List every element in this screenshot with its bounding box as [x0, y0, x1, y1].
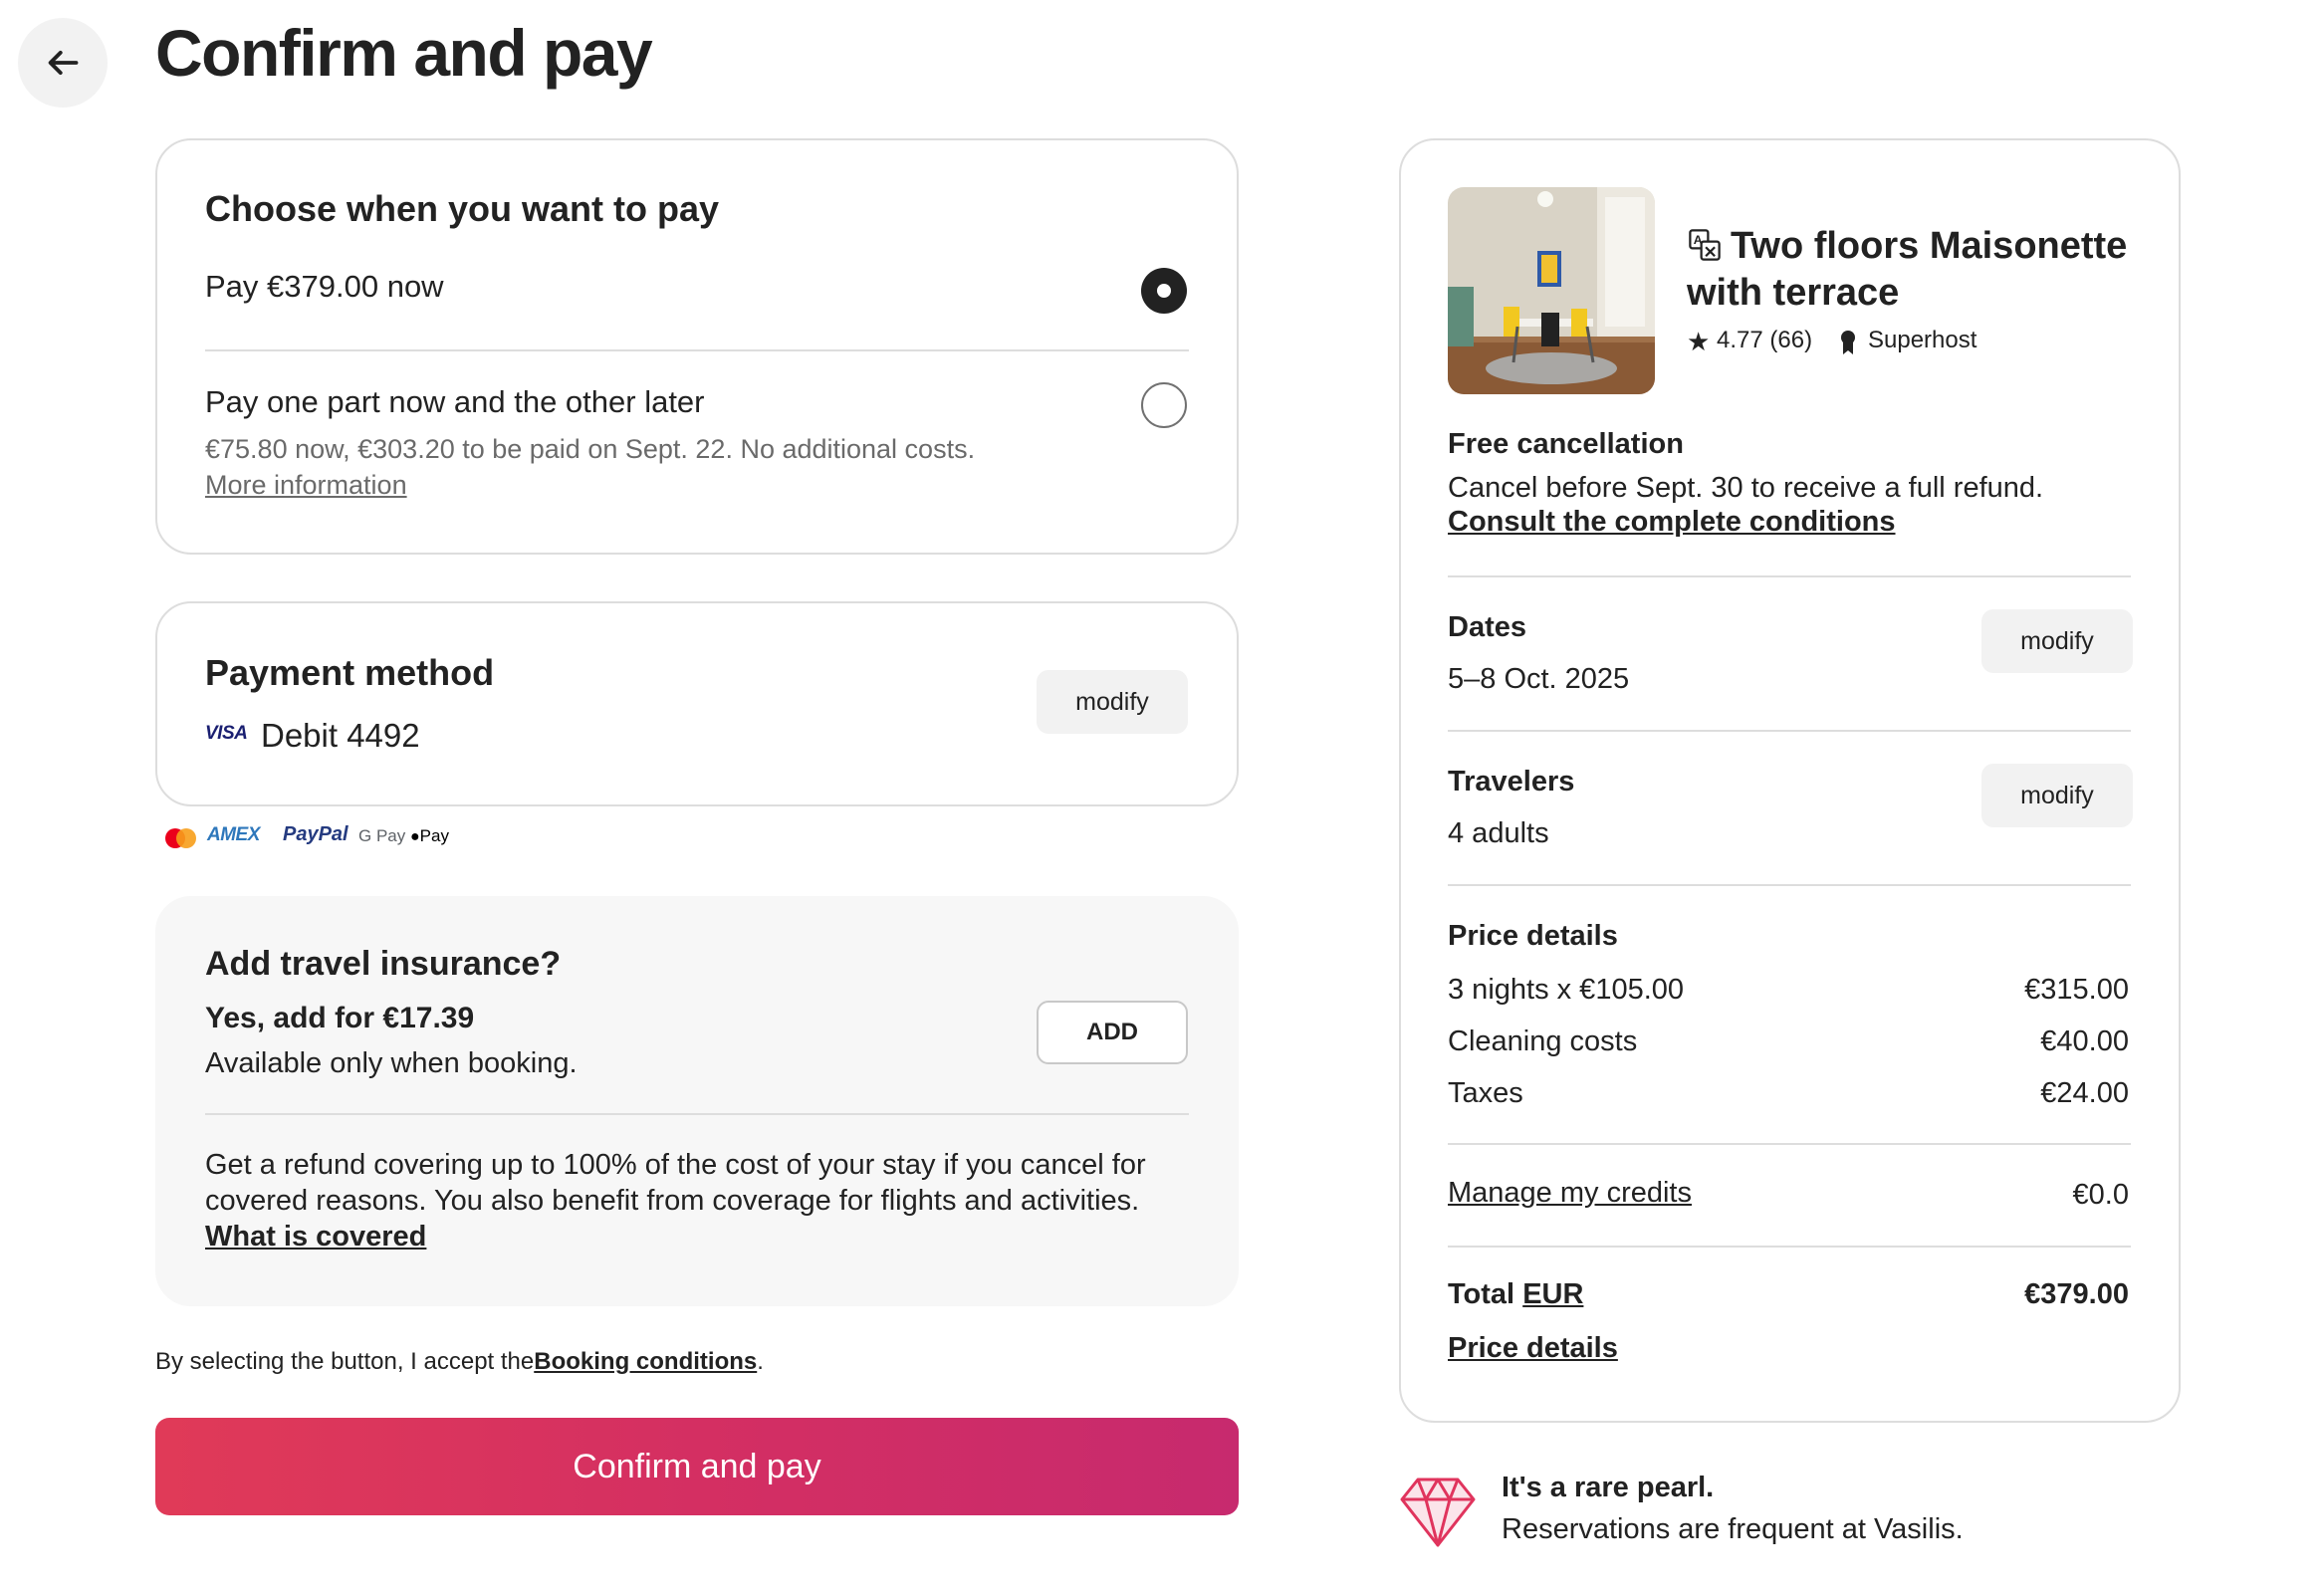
what-is-covered-link[interactable]: What is covered: [205, 1221, 426, 1253]
rare-find-text: Reservations are frequent at Vasilis.: [1502, 1513, 1964, 1545]
apple-pay-label: Pay: [419, 826, 449, 845]
divider: [1448, 884, 2131, 886]
rare-find-title: It's a rare pearl.: [1502, 1472, 1715, 1503]
superhost-badge: Superhost: [1868, 327, 1977, 353]
currency-link[interactable]: EUR: [1522, 1278, 1583, 1310]
gem-icon: [1398, 1472, 1478, 1551]
terms-prefix: By selecting the button, I accept the: [155, 1348, 535, 1375]
price-row-amount: €40.00: [2040, 1025, 2129, 1057]
total-label: Total EUR: [1448, 1278, 1583, 1311]
price-row-amount: €24.00: [2040, 1077, 2129, 1109]
listing-photo[interactable]: [1448, 187, 1655, 394]
back-button[interactable]: [18, 18, 108, 108]
manage-credits-link[interactable]: Manage my credits: [1448, 1177, 1692, 1210]
mastercard-icon: [165, 828, 197, 848]
pay-split-option-label[interactable]: Pay one part now and the other later: [205, 382, 705, 422]
price-row-label: 3 nights x €105.00: [1448, 974, 1685, 1006]
modify-dates-button[interactable]: modify: [1981, 609, 2133, 673]
divider: [205, 1113, 1189, 1115]
superhost-icon: [1838, 330, 1858, 355]
travelers-label: Travelers: [1448, 766, 1575, 797]
price-row-label: Taxes: [1448, 1077, 1523, 1109]
divider: [1448, 1143, 2131, 1145]
insurance-title: Add travel insurance?: [205, 945, 562, 983]
page-title: Confirm and pay: [155, 16, 653, 90]
credits-amount: €0.0: [2072, 1179, 2129, 1211]
more-information-link[interactable]: More information: [205, 468, 407, 503]
consult-conditions-link[interactable]: Consult the complete conditions: [1448, 506, 1896, 539]
price-row-label: Cleaning costs: [1448, 1025, 1638, 1057]
pay-split-detail: €75.80 now, €303.20 to be paid on Sept. …: [205, 434, 976, 464]
dates-label: Dates: [1448, 611, 1526, 643]
dates-value: 5–8 Oct. 2025: [1448, 663, 1630, 695]
divider: [1448, 730, 2131, 732]
visa-icon: VISA: [205, 723, 248, 744]
listing-rating: 4.77 (66): [1717, 327, 1813, 353]
price-details-link[interactable]: Price details: [1448, 1332, 1618, 1365]
pay-full-radio[interactable]: [1141, 268, 1187, 314]
price-row-amount: €315.00: [2024, 974, 2129, 1006]
travelers-value: 4 adults: [1448, 817, 1549, 849]
booking-conditions-link[interactable]: Booking conditions: [534, 1348, 757, 1375]
insurance-note: Available only when booking.: [205, 1047, 578, 1079]
total-text: Total: [1448, 1278, 1515, 1310]
divider: [1448, 1246, 2131, 1248]
confirm-and-pay-button[interactable]: Confirm and pay: [155, 1418, 1239, 1515]
apple-pay-icon: ●Pay: [410, 826, 449, 846]
pay-split-radio[interactable]: [1141, 382, 1187, 428]
divider: [1448, 575, 2131, 577]
listing-title-line2: with terrace: [1687, 272, 1900, 314]
pay-timing-title: Choose when you want to pay: [205, 188, 720, 229]
payment-method-title: Payment method: [205, 652, 495, 693]
translate-icon: A: [1687, 227, 1723, 263]
paypal-icon: PayPal: [283, 823, 349, 845]
insurance-description: Get a refund covering up to 100% of the …: [205, 1149, 1146, 1217]
listing-title-line1: Two floors Maisonette: [1731, 225, 2128, 267]
amex-icon: AMEX: [207, 824, 260, 845]
total-amount: €379.00: [2024, 1278, 2129, 1310]
modify-payment-button[interactable]: modify: [1037, 670, 1188, 734]
cancellation-text: Cancel before Sept. 30 to receive a full…: [1448, 472, 2044, 504]
terms-suffix: .: [757, 1348, 764, 1375]
listing-photo-image: [1448, 187, 1655, 394]
pay-full-option-label[interactable]: Pay €379.00 now: [205, 267, 444, 307]
modify-travelers-button[interactable]: modify: [1981, 764, 2133, 827]
card-label: Debit 4492: [261, 717, 420, 754]
insurance-offer: Yes, add for €17.39: [205, 1002, 475, 1034]
price-details-title: Price details: [1448, 920, 1618, 952]
cancellation-title: Free cancellation: [1448, 428, 1684, 460]
star-icon: ★: [1687, 327, 1711, 356]
add-insurance-button[interactable]: ADD: [1037, 1001, 1188, 1064]
arrow-left-icon: [48, 50, 79, 76]
apple-icon: ●: [410, 828, 420, 845]
terms-text: By selecting the button, I accept theBoo…: [155, 1348, 764, 1376]
google-pay-icon: G Pay: [358, 826, 406, 845]
divider: [205, 349, 1189, 351]
